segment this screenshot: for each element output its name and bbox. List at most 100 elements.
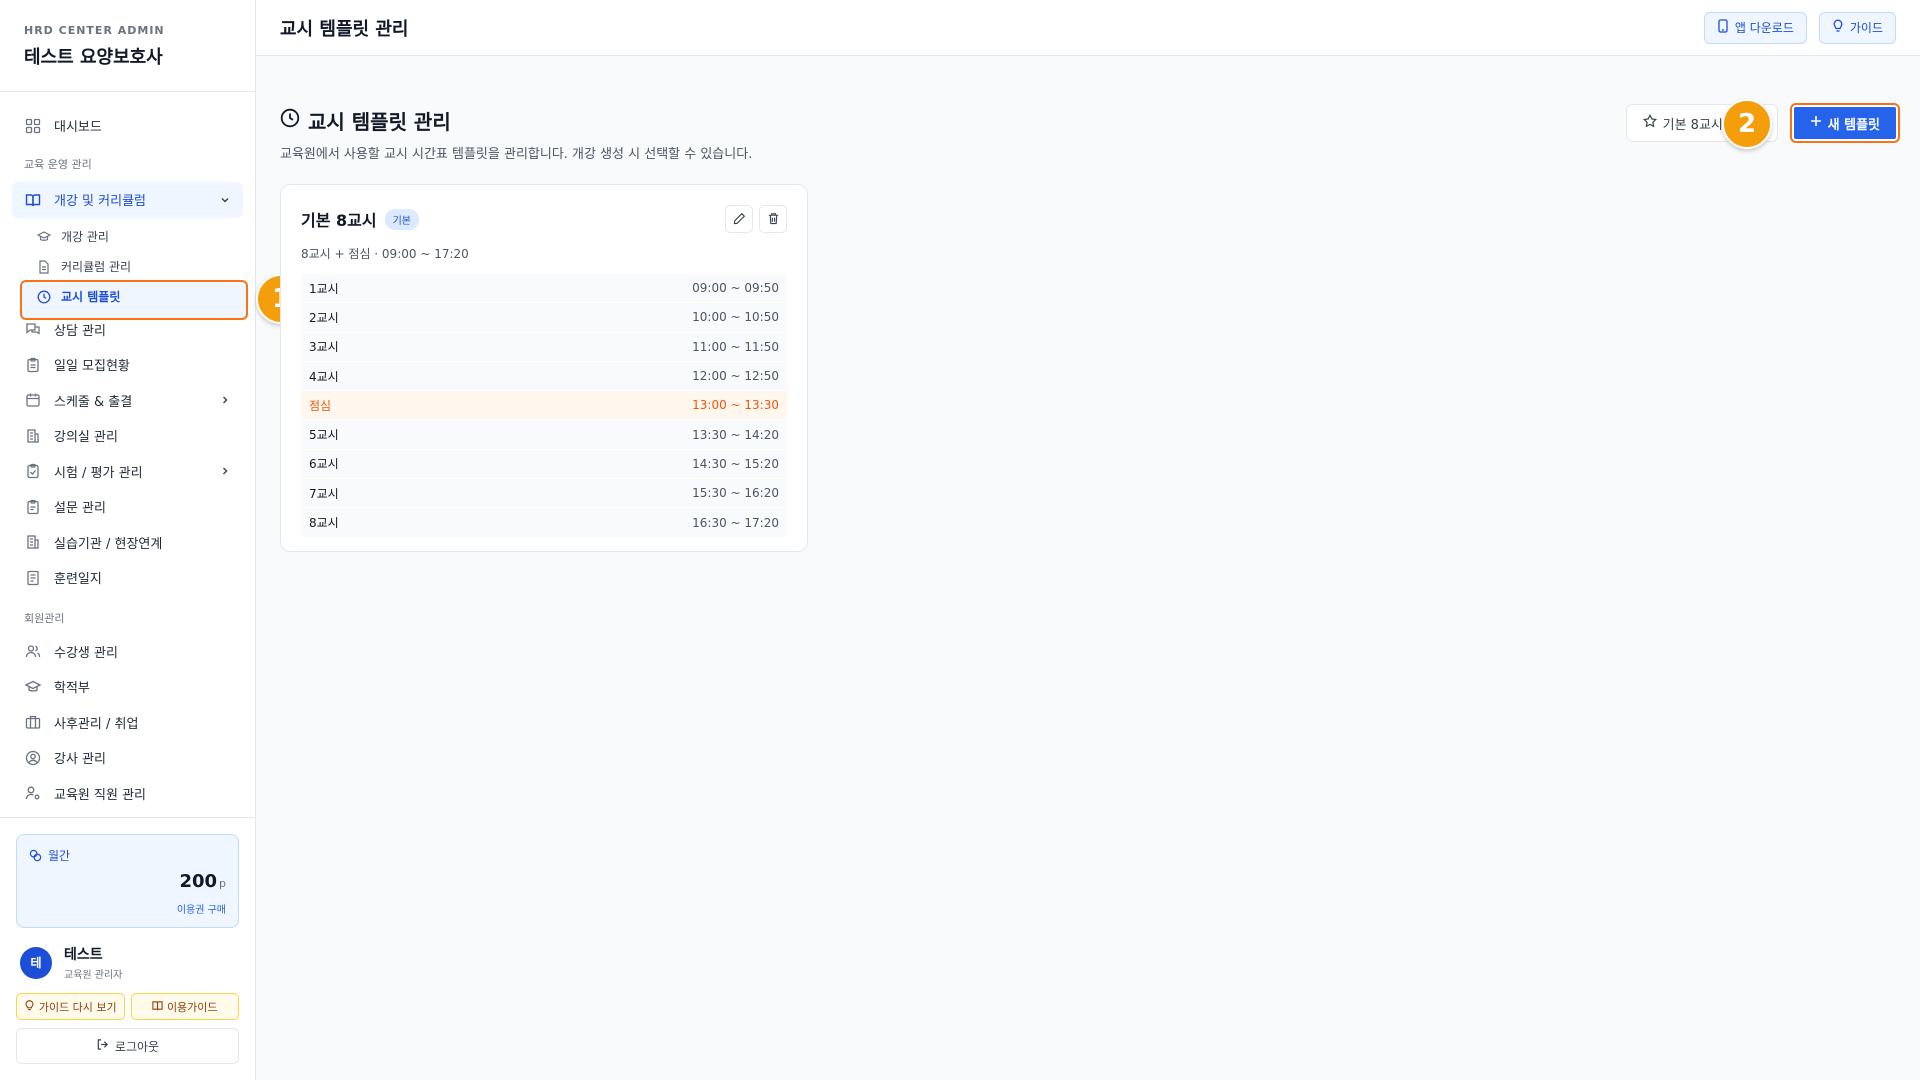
sidebar-item-dashboard[interactable]: 대시보드 <box>12 108 243 144</box>
sidebar-subitem-period-template[interactable]: 교시 템플릿 <box>12 282 243 312</box>
sidebar-item-label: 사후관리 / 취업 <box>54 716 139 732</box>
grid-icon <box>24 117 42 135</box>
default-template-label: 기본 8교시 <box>1662 117 1723 133</box>
sidebar-item-registry[interactable]: 학적부 <box>12 669 243 705</box>
page-heading: 교시 템플릿 관리 교육원에서 사용할 교시 시간표 템플릿을 관리합니다. 개… <box>280 106 752 162</box>
sidebar-item-label: 시험 / 평가 관리 <box>54 465 143 481</box>
guide-again-button[interactable]: 가이드 다시 보기 <box>16 993 125 1020</box>
chevron-down-icon <box>219 194 231 206</box>
document-icon <box>36 259 51 274</box>
logout-icon <box>96 1038 109 1054</box>
slot-time: 15:30 ~ 16:20 <box>692 486 779 501</box>
credit-unit: p <box>219 877 226 890</box>
pencil-icon <box>733 210 746 229</box>
usage-guide-button[interactable]: 이용가이드 <box>130 993 239 1020</box>
user-cog-icon <box>24 784 42 802</box>
slot-list: 1교시 09:00 ~ 09:50 2교시 10:00 ~ 10:50 3교시 11:… <box>301 274 787 538</box>
brand-subtitle: HRD CENTER ADMIN <box>24 24 165 37</box>
brand-title: 테스트 요양보호사 <box>24 47 163 68</box>
sidebar-item-daily-recruit[interactable]: 일일 모집현황 <box>12 347 243 383</box>
slot-row: 5교시 13:30 ~ 14:20 <box>301 420 787 450</box>
slot-row: 6교시 14:30 ~ 15:20 <box>301 449 787 480</box>
slot-row-lunch: 점심 13:00 ~ 13:30 <box>301 391 787 421</box>
nav-section-member: 회원관리 <box>24 611 65 625</box>
new-template-button[interactable]: 새 템플릿 <box>1789 103 1900 143</box>
sidebar-item-label: 수강생 관리 <box>54 645 118 661</box>
slot-time: 10:00 ~ 10:50 <box>692 310 779 325</box>
smartphone-icon <box>1717 19 1729 36</box>
sidebar-item-label: 실습기관 / 현장연계 <box>54 536 163 552</box>
slot-time: 13:00 ~ 13:30 <box>692 398 779 413</box>
book-icon <box>24 191 42 209</box>
new-template-label: 새 템플릿 <box>1827 117 1880 133</box>
slot-label: 1교시 <box>309 281 339 296</box>
credit-label: 월간 <box>29 847 226 864</box>
sidebar-item-label: 스케줄 & 출결 <box>54 394 133 410</box>
header-title: 교시 템플릿 관리 <box>280 18 409 40</box>
nav-section-edu: 교육 운영 관리 <box>24 157 92 171</box>
slot-label: 점심 <box>309 398 332 413</box>
slot-label: 7교시 <box>309 486 339 501</box>
credit-amount: 200 p <box>179 871 226 892</box>
coins-icon <box>29 849 42 862</box>
star-icon <box>1642 113 1657 132</box>
sidebar-item-aftercare[interactable]: 사후관리 / 취업 <box>12 705 243 741</box>
slot-time: 11:00 ~ 11:50 <box>692 339 779 354</box>
sidebar-item-survey[interactable]: 설문 관리 <box>12 489 243 525</box>
sidebar-item-staff[interactable]: 교육원 직원 관리 <box>12 776 243 812</box>
slot-label: 8교시 <box>309 516 339 531</box>
brand: HRD CENTER ADMIN 테스트 요양보호사 <box>0 0 255 92</box>
sidebar-item-students[interactable]: 수강생 관리 <box>12 634 243 670</box>
chat-icon <box>24 320 42 338</box>
app-download-label: 앱 다운로드 <box>1734 21 1794 35</box>
sidebar-nav: 대시보드 교육 운영 관리 개강 및 커리큘럼 개강 관리 커리큘럼 관리 교시… <box>0 92 255 811</box>
sidebar-item-label: 교육원 직원 관리 <box>54 787 146 803</box>
sidebar-item-label: 강사 관리 <box>54 752 106 768</box>
slot-row: 8교시 16:30 ~ 17:20 <box>301 508 787 538</box>
sidebar-item-classroom[interactable]: 강의실 관리 <box>12 418 243 454</box>
header-actions: 앱 다운로드 가이드 <box>1703 11 1896 44</box>
sidebar-item-instructors[interactable]: 강사 관리 <box>12 740 243 776</box>
sidebar-subitem-curriculum[interactable]: 커리큘럼 관리 <box>12 252 243 282</box>
trash-icon <box>767 210 780 229</box>
sidebar-subitem-course[interactable]: 개강 관리 <box>12 222 243 252</box>
app-download-button[interactable]: 앱 다운로드 <box>1703 11 1807 44</box>
building-icon <box>24 427 42 445</box>
sidebar-item-training-log[interactable]: 훈련일지 <box>12 560 243 596</box>
sidebar-item-course-curriculum[interactable]: 개강 및 커리큘럼 <box>12 181 243 218</box>
logout-button[interactable]: 로그아웃 <box>16 1028 239 1064</box>
slot-time: 09:00 ~ 09:50 <box>692 281 779 296</box>
buy-pass-link[interactable]: 이용권 구매 <box>177 901 226 916</box>
sidebar-item-consult[interactable]: 상담 관리 <box>12 312 243 348</box>
sidebar-subitem-label: 개강 관리 <box>61 230 109 244</box>
sidebar-item-label: 일일 모집현황 <box>54 359 130 375</box>
notebook-icon <box>24 569 42 587</box>
sidebar-item-schedule[interactable]: 스케줄 & 출결 <box>12 383 243 419</box>
slot-time: 13:30 ~ 14:20 <box>692 427 779 442</box>
graduation-cap-icon <box>24 678 42 696</box>
sidebar-item-label: 개강 및 커리큘럼 <box>54 194 146 209</box>
top-header: 교시 템플릿 관리 앱 다운로드 가이드 <box>256 0 1920 56</box>
guide-again-label: 가이드 다시 보기 <box>38 1000 117 1014</box>
edit-button[interactable] <box>725 205 753 233</box>
step-badge-2: 2 <box>1722 99 1772 149</box>
delete-button[interactable] <box>759 205 787 233</box>
briefcase-icon <box>24 713 42 731</box>
slot-time: 16:30 ~ 17:20 <box>692 515 779 530</box>
sidebar-item-label: 강의실 관리 <box>54 430 118 446</box>
plus-icon <box>1810 115 1822 131</box>
chevron-right-icon <box>219 394 231 406</box>
guide-button[interactable]: 가이드 <box>1818 11 1896 44</box>
sidebar-bottom: 월간 200 p 이용권 구매 테 테스트 교육원 관리자 가이드 다시 보기 이… <box>0 817 255 1080</box>
building-icon <box>24 533 42 551</box>
sidebar-item-exam[interactable]: 시험 / 평가 관리 <box>12 454 243 490</box>
user-role: 교육원 관리자 <box>64 970 123 981</box>
user-circle-icon <box>24 749 42 767</box>
users-icon <box>24 642 42 660</box>
template-card: 기본 8교시 기본 8교시 + 점심 · 09:00 ~ 17:20 1교시 09… <box>280 184 808 552</box>
slot-row: 2교시 10:00 ~ 10:50 <box>301 303 787 333</box>
sidebar-item-label: 대시보드 <box>54 120 102 136</box>
slot-row: 3교시 11:00 ~ 11:50 <box>301 332 787 362</box>
sidebar-item-practice[interactable]: 실습기관 / 현장연계 <box>12 525 243 561</box>
logout-label: 로그아웃 <box>114 1039 160 1054</box>
